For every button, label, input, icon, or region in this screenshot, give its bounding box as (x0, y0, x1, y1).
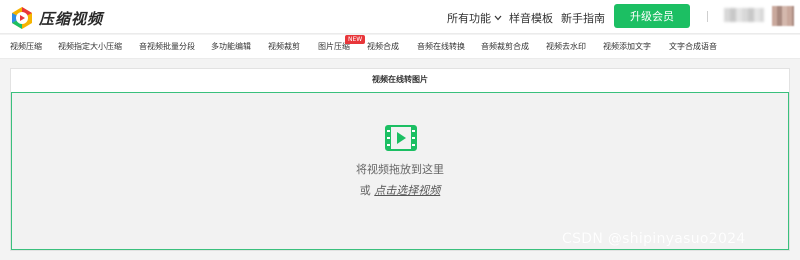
logo-text: 压缩视频 (39, 9, 104, 28)
avatar[interactable] (772, 6, 794, 26)
tool-add-text[interactable]: 视频添加文字 (603, 41, 651, 52)
video-file-icon (385, 125, 417, 151)
drop-hint-text: 将视频拖放到这里 (356, 163, 444, 176)
play-logo-icon (12, 7, 32, 29)
tool-audio-crop-merge[interactable]: 音频裁剪合成 (481, 41, 529, 52)
video-dropzone[interactable]: 将视频拖放到这里 或 点击选择视频 (11, 92, 789, 250)
tool-text-to-speech[interactable]: 文字合成语音 (669, 41, 717, 52)
select-video-line: 或 点击选择视频 (12, 182, 788, 198)
tool-nav-bar: 视频压缩 视频指定大小压缩 音视频批量分段 多功能编辑 视频裁剪 图片压缩 NE… (0, 35, 800, 59)
select-video-link[interactable]: 点击选择视频 (374, 184, 440, 197)
page: 压缩视频 所有功能 样音模板 新手指南 升级会员 视频压缩 视频指定大小压缩 音… (0, 0, 800, 260)
user-name-blurred[interactable] (724, 8, 764, 22)
panel-title: 视频在线转图片 (372, 75, 428, 84)
tool-audio-convert[interactable]: 音频在线转换 (417, 41, 465, 52)
top-header: 压缩视频 所有功能 样音模板 新手指南 升级会员 (0, 0, 800, 34)
tool-batch-split[interactable]: 音视频批量分段 (139, 41, 195, 52)
nav-all-features[interactable]: 所有功能 (447, 10, 502, 26)
nav-all-features-label: 所有功能 (447, 12, 491, 25)
tool-video-merge[interactable]: 视频合成 (367, 41, 399, 52)
new-badge: NEW (345, 35, 366, 44)
logo[interactable]: 压缩视频 (10, 6, 103, 30)
nav-sample-templates[interactable]: 样音模板 (509, 10, 553, 26)
converter-panel: 视频在线转图片 将视频拖放到这里 或 点击选择视频 (10, 68, 790, 251)
nav-beginner-guide[interactable]: 新手指南 (561, 10, 605, 26)
header-divider (707, 11, 708, 22)
tool-multi-edit[interactable]: 多功能编辑 (211, 41, 251, 52)
upgrade-membership-button[interactable]: 升级会员 (614, 4, 690, 28)
tool-video-size-compress[interactable]: 视频指定大小压缩 (58, 41, 122, 52)
or-text: 或 (359, 184, 371, 197)
chevron-down-icon (494, 15, 502, 21)
csdn-watermark: CSDN @shipinyasuo2024 (562, 231, 746, 247)
tool-remove-watermark[interactable]: 视频去水印 (546, 41, 586, 52)
tool-video-crop[interactable]: 视频裁剪 (268, 41, 300, 52)
tool-video-compress[interactable]: 视频压缩 (10, 41, 42, 52)
